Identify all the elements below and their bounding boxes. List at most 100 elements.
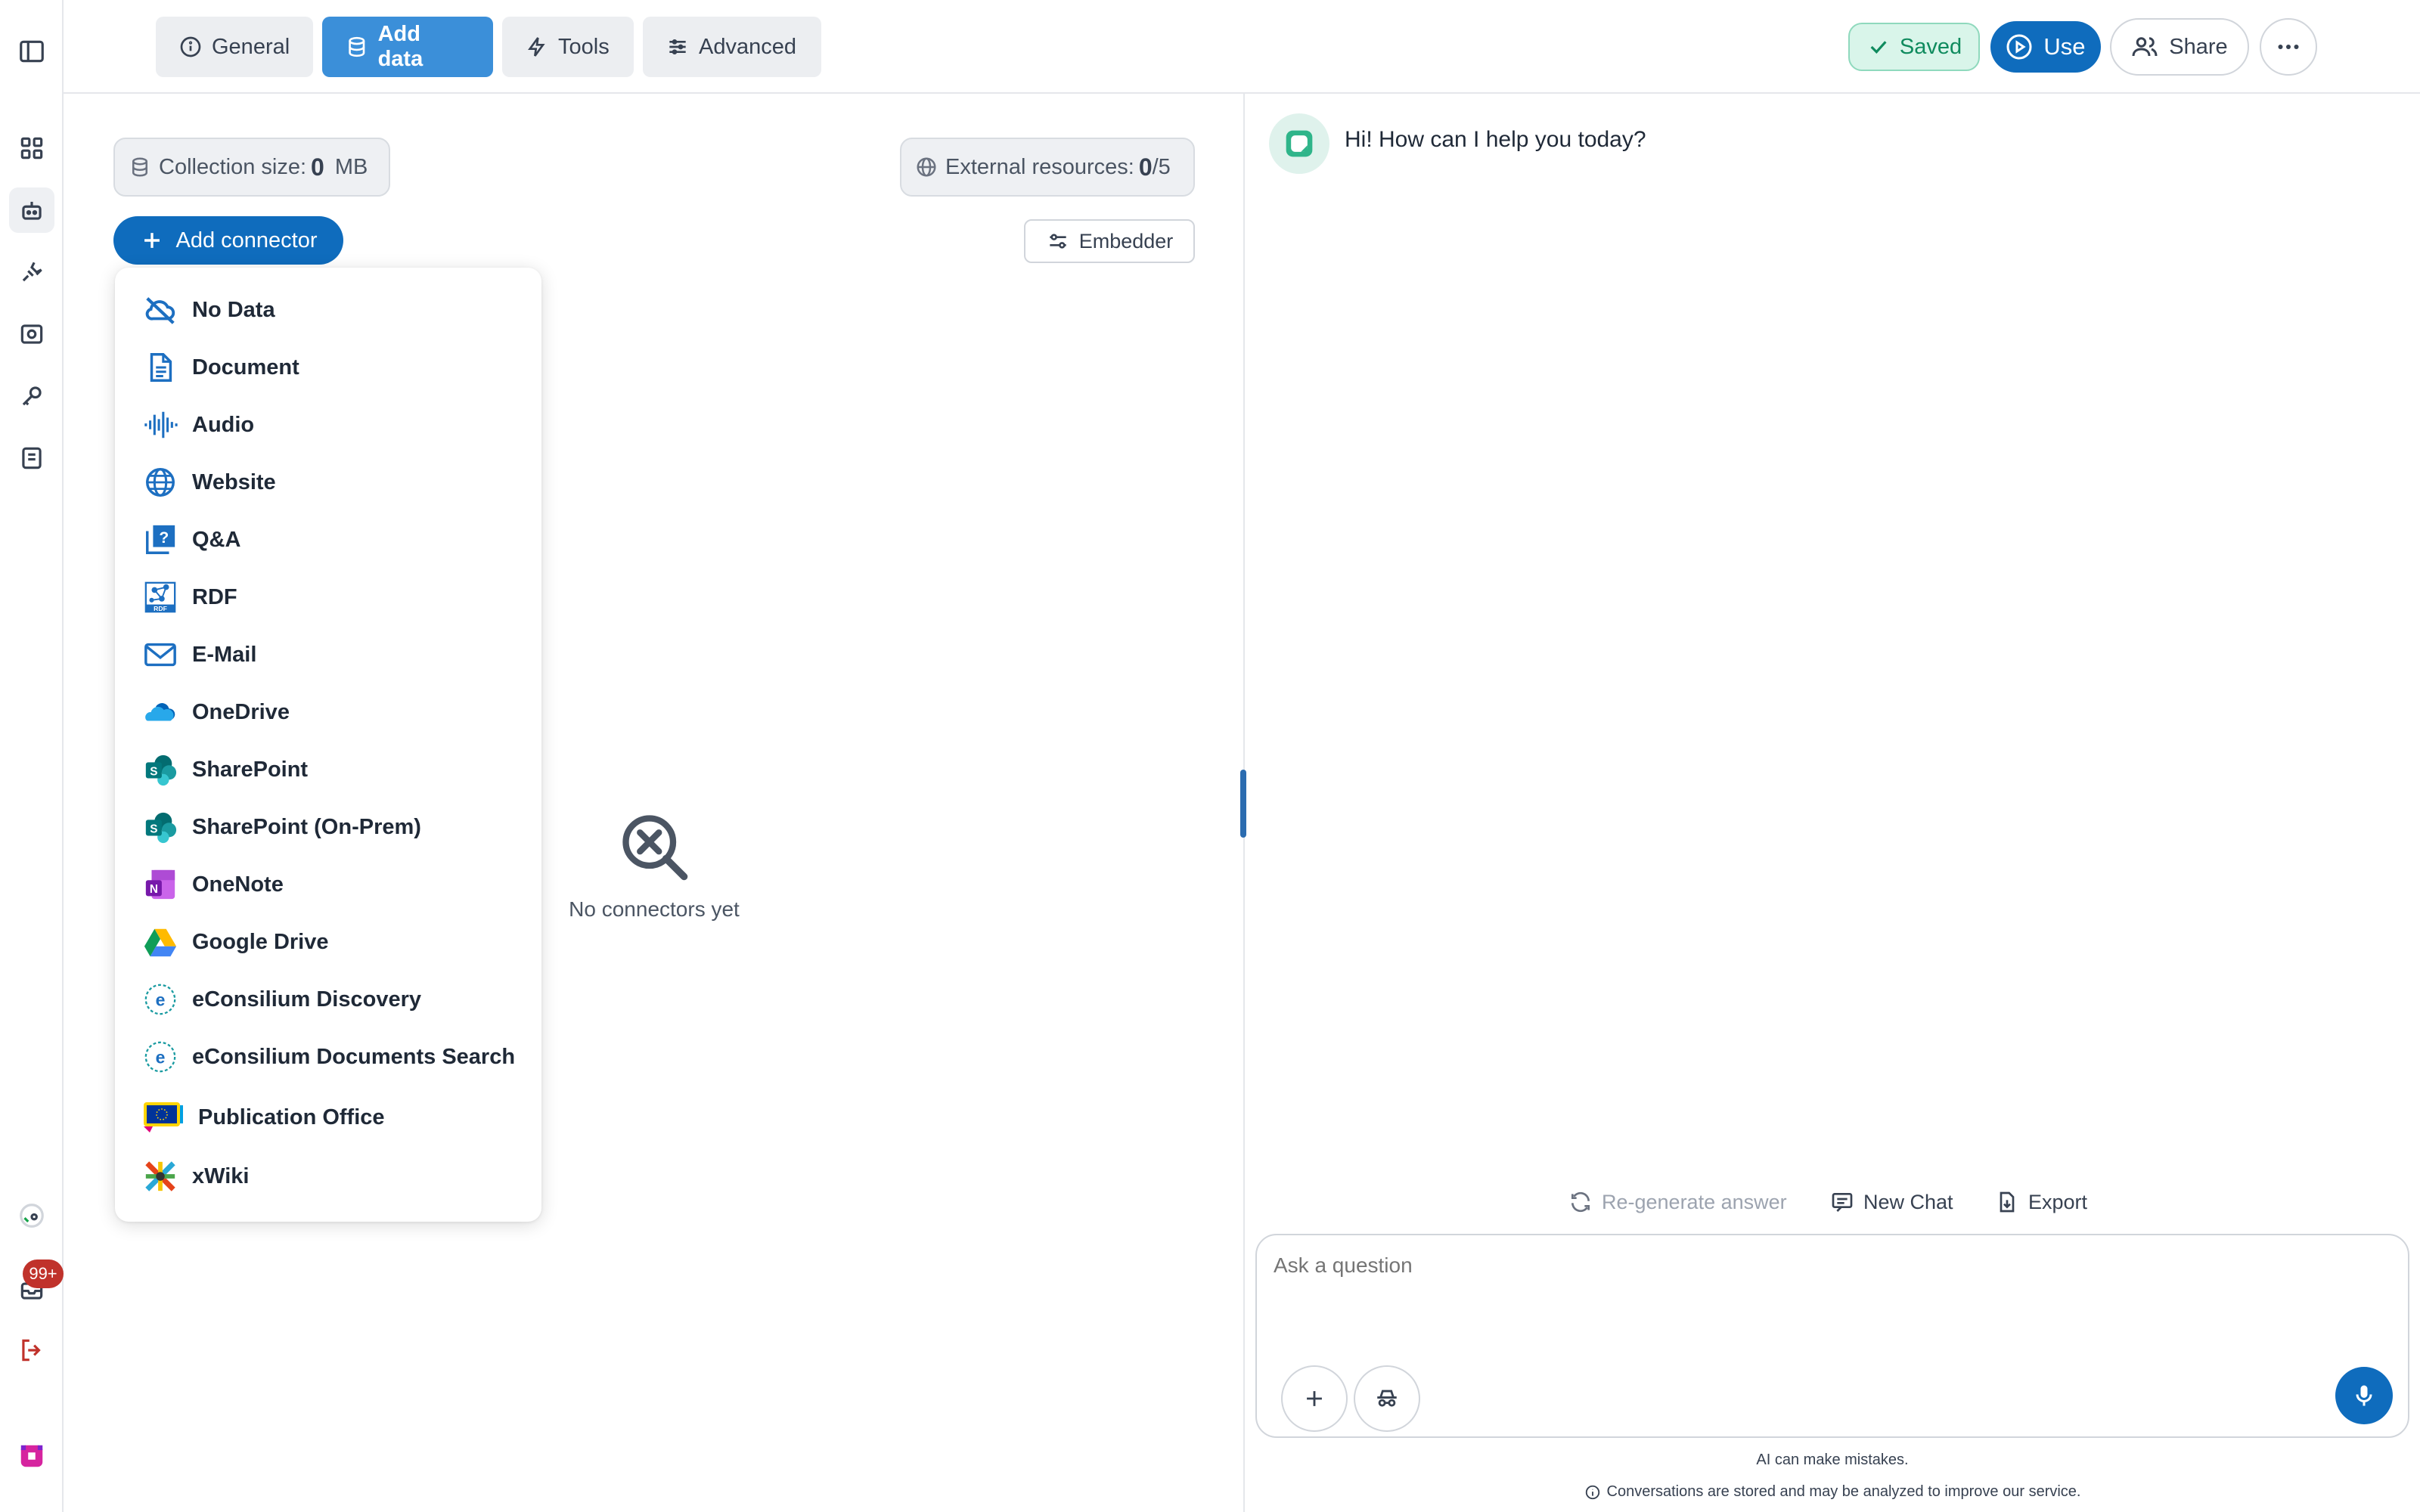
connector-document[interactable]: Document xyxy=(142,345,535,390)
saved-status: Saved xyxy=(1848,23,1980,71)
new-chat-label: New Chat xyxy=(1863,1190,1953,1213)
chat-icon xyxy=(1832,1193,1853,1212)
connector-xwiki[interactable]: xWiki xyxy=(142,1154,535,1199)
sharepoint-icon: S xyxy=(142,809,178,845)
external-label: External resources: xyxy=(945,154,1134,179)
sliders-icon xyxy=(669,39,686,54)
plug-icon[interactable] xyxy=(9,249,54,295)
rdf-icon: RDF xyxy=(142,579,178,615)
collection-value: 0 xyxy=(311,153,324,181)
collection-size: Collection size: 0 MB xyxy=(113,138,390,197)
users-icon xyxy=(2132,37,2158,57)
collection-unit: MB xyxy=(334,154,368,179)
database-icon xyxy=(132,157,147,177)
lightning-icon xyxy=(528,37,545,57)
onedrive-icon xyxy=(142,694,178,730)
use-button[interactable]: Use xyxy=(1990,21,2101,73)
svg-text:e: e xyxy=(156,990,166,1010)
connector-label: SharePoint xyxy=(192,757,309,782)
connector-google-drive[interactable]: Google Drive xyxy=(142,919,535,965)
export-button[interactable]: Export xyxy=(1995,1184,2087,1220)
key-icon[interactable] xyxy=(9,373,54,419)
publication-office-icon xyxy=(142,1099,185,1136)
tab-general[interactable]: General xyxy=(156,17,313,77)
more-options-button[interactable] xyxy=(2260,18,2317,76)
incognito-button[interactable] xyxy=(1354,1365,1420,1432)
connector-label: Website xyxy=(192,469,276,494)
external-total: /5 xyxy=(1152,154,1171,179)
connector-sharepoint[interactable]: S SharePoint xyxy=(142,747,535,792)
saved-label: Saved xyxy=(1899,34,1962,59)
globe-icon xyxy=(142,464,178,500)
connector-label: Document xyxy=(192,355,299,380)
add-connector-label: Add connector xyxy=(175,228,318,253)
connector-email[interactable]: E-Mail xyxy=(142,632,535,677)
sidebar-toggle-icon[interactable] xyxy=(9,29,54,74)
audio-icon xyxy=(142,407,178,443)
connector-econsilium-documents-search[interactable]: e eConsilium Documents Search xyxy=(142,1034,535,1080)
bot-icon[interactable] xyxy=(9,187,54,233)
tab-add-data[interactable]: Add data xyxy=(322,17,493,77)
connector-audio[interactable]: Audio xyxy=(142,402,535,448)
connector-onedrive[interactable]: OneDrive xyxy=(142,689,535,735)
export-label: Export xyxy=(2028,1190,2088,1213)
plus-icon xyxy=(144,233,160,248)
empty-state-text: No connectors yet xyxy=(569,897,740,921)
svg-text:S: S xyxy=(150,823,157,835)
google-drive-icon xyxy=(142,924,178,960)
book-icon[interactable] xyxy=(9,435,54,481)
qa-icon: ? xyxy=(142,522,178,558)
svg-text:S: S xyxy=(150,765,157,778)
connector-label: E-Mail xyxy=(192,642,257,667)
privacy-notice: Conversations are stored and may be anal… xyxy=(1255,1483,2409,1501)
external-resources: External resources: 0/5 xyxy=(900,138,1195,197)
use-label: Use xyxy=(2043,33,2086,60)
user-avatar[interactable] xyxy=(9,1193,54,1238)
info-icon xyxy=(1585,1485,1599,1499)
connector-website[interactable]: Website xyxy=(142,460,535,505)
microphone-button[interactable] xyxy=(2335,1367,2393,1424)
empty-state: No connectors yet xyxy=(544,809,764,922)
svg-text:e: e xyxy=(156,1048,166,1067)
connector-sharepoint-onprem[interactable]: S SharePoint (On-Prem) xyxy=(142,804,535,850)
add-connector-button[interactable]: Add connector xyxy=(113,216,343,265)
svg-text:N: N xyxy=(150,883,158,896)
econsilium-icon: e xyxy=(142,981,178,1018)
document-icon xyxy=(142,349,178,386)
connector-rdf[interactable]: RDF RDF xyxy=(142,575,535,620)
ai-disclaimer: AI can make mistakes. xyxy=(1756,1452,1909,1468)
check-icon xyxy=(1870,41,1887,54)
mail-icon xyxy=(142,637,178,673)
connector-label: OneDrive xyxy=(192,699,290,724)
new-chat-button[interactable]: New Chat xyxy=(1830,1184,1953,1220)
tab-tools[interactable]: Tools xyxy=(502,17,634,77)
scan-icon[interactable] xyxy=(9,311,54,357)
connector-qa[interactable]: ? Q&A xyxy=(142,517,535,562)
connector-publication-office[interactable]: Publication Office xyxy=(142,1095,535,1140)
logout-icon[interactable] xyxy=(9,1328,54,1373)
econsilium-icon: e xyxy=(142,1039,178,1075)
sliders-icon xyxy=(1050,234,1066,249)
export-icon xyxy=(2000,1191,2015,1213)
connector-label: Audio xyxy=(192,412,255,437)
no-data-icon xyxy=(142,292,178,328)
dashboard-icon[interactable] xyxy=(9,125,54,171)
regenerate-button[interactable]: Re-generate answer xyxy=(1568,1184,1787,1220)
connector-onenote[interactable]: N OneNote xyxy=(142,862,535,907)
play-icon xyxy=(2006,34,2032,60)
tab-advanced[interactable]: Advanced xyxy=(643,17,821,77)
connector-label: RDF xyxy=(192,584,237,609)
question-input[interactable] xyxy=(1274,1253,2332,1278)
share-button[interactable]: Share xyxy=(2110,18,2249,76)
chat-composer xyxy=(1255,1234,2409,1438)
resize-handle[interactable] xyxy=(1240,770,1246,838)
plus-icon xyxy=(1307,1391,1322,1406)
attach-button[interactable] xyxy=(1281,1365,1348,1432)
connector-label: OneNote xyxy=(192,872,284,897)
bot-logo-icon xyxy=(1286,130,1313,157)
connector-no-data[interactable]: No Data xyxy=(142,287,535,333)
connector-label: Google Drive xyxy=(192,929,329,954)
connector-econsilium-discovery[interactable]: e eConsilium Discovery xyxy=(142,977,535,1022)
sharepoint-icon: S xyxy=(142,751,178,788)
embedder-button[interactable]: Embedder xyxy=(1024,219,1195,263)
